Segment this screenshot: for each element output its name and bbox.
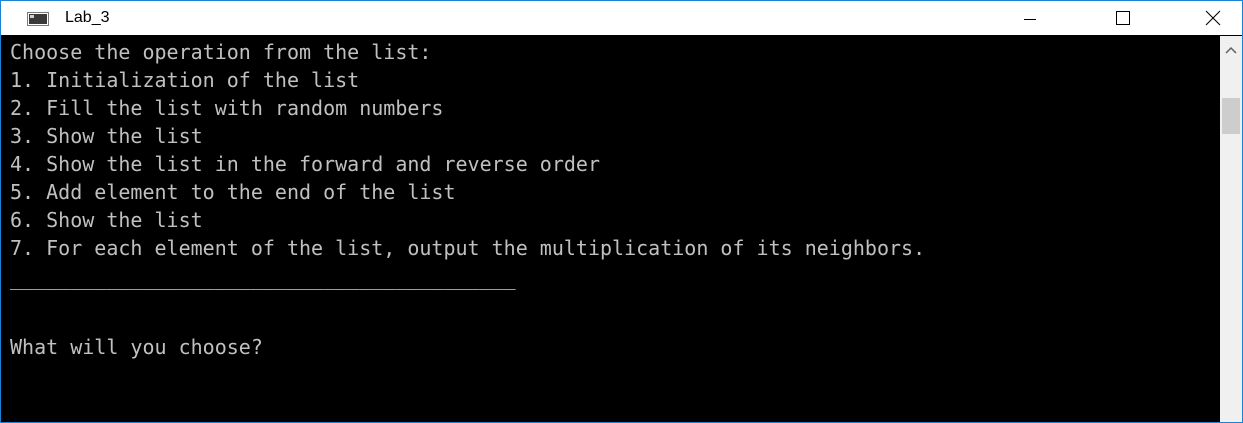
close-button[interactable] xyxy=(1184,1,1242,35)
close-icon xyxy=(1205,10,1221,26)
scrollbar-thumb[interactable] xyxy=(1222,98,1240,134)
scroll-up-button[interactable] xyxy=(1220,40,1242,60)
console-output[interactable]: Choose the operation from the list: 1. I… xyxy=(1,36,1220,422)
maximize-button[interactable] xyxy=(1094,1,1152,35)
console-line-option-6: 6. Show the list xyxy=(10,208,203,232)
console-line-option-4: 4. Show the list in the forward and reve… xyxy=(10,152,601,176)
minimize-button[interactable] xyxy=(1001,1,1059,35)
console-separator: ________________________________________… xyxy=(10,266,516,290)
console-line-option-7: 7. For each element of the list, output … xyxy=(10,236,926,260)
console-window: Lab_3 Choose the operation from the list… xyxy=(0,0,1243,423)
title-bar[interactable]: Lab_3 xyxy=(1,1,1242,35)
console-window-icon[interactable] xyxy=(27,12,49,26)
console-line-option-2: 2. Fill the list with random numbers xyxy=(10,96,444,120)
console-line-option-5: 5. Add element to the end of the list xyxy=(10,180,456,204)
minimize-icon xyxy=(1024,19,1036,20)
console-line-option-3: 3. Show the list xyxy=(10,124,203,148)
chevron-up-icon xyxy=(1225,46,1237,54)
maximize-icon xyxy=(1116,11,1130,25)
console-line-question: What will you choose? xyxy=(10,335,263,359)
vertical-scrollbar[interactable] xyxy=(1220,36,1242,422)
console-line-prompt-header: Choose the operation from the list: xyxy=(10,40,432,64)
window-title: Lab_3 xyxy=(65,9,110,26)
console-line-option-1: 1. Initialization of the list xyxy=(10,68,360,92)
